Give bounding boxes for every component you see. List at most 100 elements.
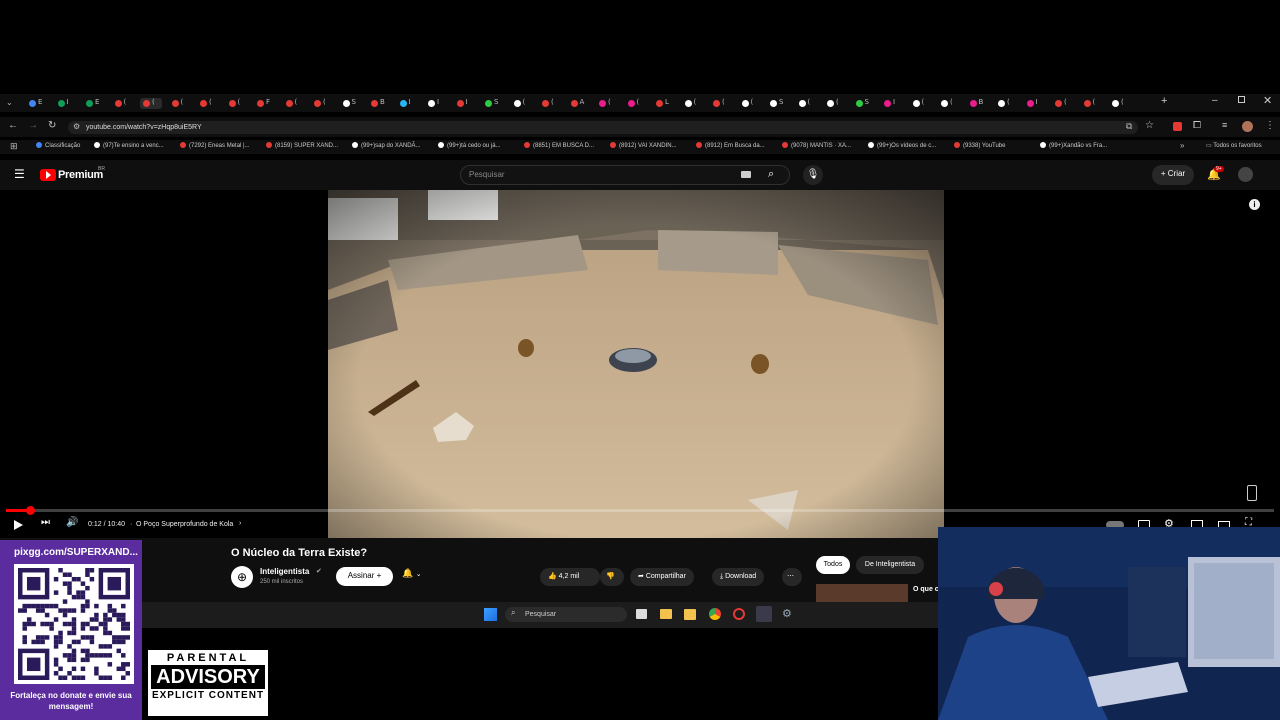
account-avatar[interactable]	[1238, 167, 1253, 182]
progress-bar[interactable]	[6, 506, 1274, 515]
task-view-icon[interactable]	[636, 609, 647, 619]
chapter-title[interactable]: O Poço Superprofundo de Kola	[136, 521, 233, 528]
back-icon[interactable]: ←	[8, 120, 18, 131]
bookmark-item[interactable]: (8159) SUPER XAND...	[266, 142, 338, 149]
bookmark-item[interactable]: (99+)sap do XANDÃ...	[352, 142, 421, 149]
browser-tab[interactable]: (	[511, 98, 533, 109]
video-frame[interactable]	[328, 190, 944, 538]
browser-tab[interactable]: (	[311, 98, 333, 109]
download-button[interactable]: ⤓ Download	[712, 568, 765, 586]
browser-tab[interactable]: E	[26, 98, 48, 109]
bookmark-item[interactable]: (99+)tá cedo ou já...	[438, 142, 501, 149]
channel-avatar[interactable]: ⊕	[231, 566, 253, 588]
browser-tab[interactable]: (	[197, 98, 219, 109]
browser-tab[interactable]: (	[283, 98, 305, 109]
taskbar-search[interactable]: Pesquisar	[505, 607, 627, 622]
extensions-icon[interactable]: ⧠	[1193, 120, 1201, 131]
browser-tab[interactable]: I	[881, 98, 903, 109]
play-icon[interactable]	[14, 520, 23, 530]
volume-icon[interactable]: 🔊	[66, 517, 78, 528]
notification-bell-icon[interactable]: 🔔 ⌄	[402, 568, 422, 579]
bookmark-item[interactable]: (99+)Xandão vs Fra...	[1040, 142, 1107, 149]
browser-tab[interactable]: (	[682, 98, 704, 109]
browser-tab[interactable]: S	[340, 98, 362, 109]
chrome-icon[interactable]	[709, 608, 721, 620]
install-icon[interactable]: ⧉	[1126, 121, 1132, 132]
browser-tab[interactable]: I	[425, 98, 447, 109]
browser-tab[interactable]: (	[539, 98, 561, 109]
browser-tab[interactable]: S	[482, 98, 504, 109]
browser-tab[interactable]: (	[169, 98, 191, 109]
browser-tab[interactable]: I	[55, 98, 77, 109]
like-button[interactable]: 👍 4,2 mil	[540, 568, 600, 586]
browser-tab[interactable]: I	[397, 98, 419, 109]
dislike-button[interactable]: 👎	[600, 568, 624, 586]
browser-tab[interactable]: (	[140, 98, 162, 109]
browser-menu-icon[interactable]: ⋮	[1265, 120, 1275, 131]
bookmark-item[interactable]: (9338) YouTube	[954, 142, 1005, 149]
voice-search-icon[interactable]: 🎙	[803, 165, 823, 185]
close-window-icon[interactable]: ✕	[1263, 94, 1272, 107]
hamburger-menu-icon[interactable]: ☰	[14, 167, 25, 181]
extension-red-icon[interactable]	[1173, 122, 1182, 131]
search-icon[interactable]: ⌕	[768, 168, 774, 181]
drag-handle-icon[interactable]	[1247, 485, 1257, 501]
browser-tab[interactable]: L	[653, 98, 675, 109]
browser-tab[interactable]: (	[739, 98, 761, 109]
browser-tab[interactable]: F	[254, 98, 276, 109]
media-icon[interactable]: ≡	[1222, 120, 1227, 130]
share-button[interactable]: ➦ Compartilhar	[630, 568, 694, 586]
browser-tab[interactable]: (	[1052, 98, 1074, 109]
profile-avatar[interactable]	[1242, 121, 1253, 132]
browser-tab[interactable]: (	[995, 98, 1017, 109]
browser-tab[interactable]: (	[1109, 98, 1131, 109]
bookmark-item[interactable]: (97)Te ensino a venc...	[94, 142, 164, 149]
apps-icon[interactable]: ⊞	[10, 141, 18, 152]
create-button[interactable]: + Criar	[1152, 165, 1194, 185]
bookmark-item[interactable]: (8912) Em Busca da...	[696, 142, 765, 149]
steam-icon[interactable]	[756, 606, 772, 622]
file-explorer-icon[interactable]	[660, 609, 672, 619]
windows-start-icon[interactable]	[484, 608, 497, 621]
browser-tab[interactable]: S	[767, 98, 789, 109]
browser-tab[interactable]: (	[226, 98, 248, 109]
keyboard-icon[interactable]	[741, 171, 751, 178]
forward-icon[interactable]: →	[28, 120, 38, 131]
chip-from-channel[interactable]: De Inteligentista	[856, 556, 924, 574]
tab-search-chevron-icon[interactable]: ⌄	[6, 98, 13, 107]
browser-tab[interactable]: E	[83, 98, 105, 109]
browser-tab[interactable]: I	[1024, 98, 1046, 109]
next-icon[interactable]: ⏭	[41, 517, 50, 528]
bookmark-item[interactable]: (99+)Os vídeos de c...	[868, 142, 936, 149]
browser-tab[interactable]: (	[710, 98, 732, 109]
bookmark-item[interactable]: (8912) VAI XANDIN...	[610, 142, 677, 149]
browser-tab[interactable]: (	[824, 98, 846, 109]
more-actions-button[interactable]: ⋯	[782, 568, 802, 586]
browser-tab[interactable]: B	[967, 98, 989, 109]
app-red-icon[interactable]	[733, 608, 745, 620]
store-icon[interactable]	[684, 609, 696, 620]
settings-app-icon[interactable]: ⚙	[782, 607, 792, 620]
bookmark-item[interactable]: (7292) Eneas Metal |...	[180, 142, 250, 149]
browser-tab[interactable]: (	[796, 98, 818, 109]
browser-tab[interactable]: (	[1081, 98, 1103, 109]
browser-tab[interactable]: (	[625, 98, 647, 109]
video-info-icon[interactable]: i	[1249, 199, 1260, 210]
reload-icon[interactable]: ↻	[48, 120, 56, 131]
browser-tab[interactable]: S	[853, 98, 875, 109]
all-bookmarks[interactable]: ▭ Todos os favoritos	[1206, 142, 1262, 149]
bookmark-item[interactable]: (9078) MANTIS · XA...	[782, 142, 851, 149]
browser-tab[interactable]: A	[568, 98, 590, 109]
browser-tab[interactable]: (	[910, 98, 932, 109]
minimize-icon[interactable]: –	[1212, 95, 1218, 106]
channel-name[interactable]: Inteligentista	[260, 567, 309, 576]
browser-tab[interactable]: B	[368, 98, 390, 109]
browser-tab[interactable]: I	[454, 98, 476, 109]
chip-all[interactable]: Todos	[816, 556, 850, 574]
url-field[interactable]: youtube.com/watch?v=zHqp8uiE5RY	[68, 121, 1138, 134]
browser-tab[interactable]: (	[112, 98, 134, 109]
browser-tab[interactable]: (	[596, 98, 618, 109]
browser-tab[interactable]: (	[938, 98, 960, 109]
subscribe-button[interactable]: Assinar +	[336, 567, 393, 586]
new-tab-icon[interactable]: +	[1161, 95, 1167, 107]
